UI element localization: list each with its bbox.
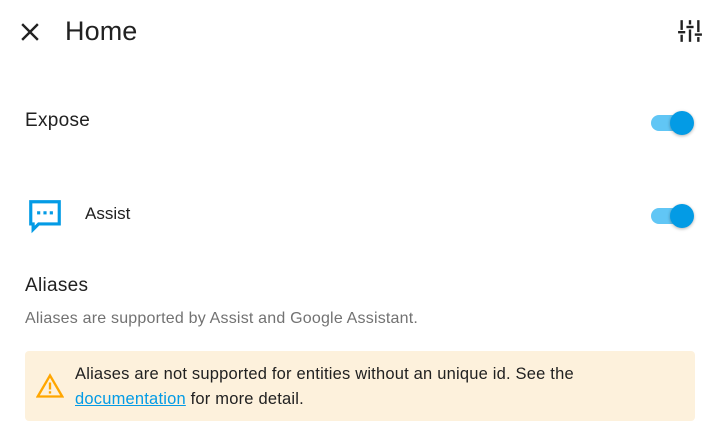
tune-sliders-icon — [678, 20, 702, 42]
dialog-header: Home — [0, 0, 717, 62]
aliases-description: Aliases are supported by Assist and Goog… — [25, 310, 419, 327]
close-icon — [21, 23, 39, 41]
warning-message: Aliases are not supported for entities w… — [75, 362, 675, 412]
expose-label: Expose — [25, 110, 91, 131]
expose-toggle[interactable] — [649, 110, 697, 136]
dialog-title: Home — [65, 16, 138, 46]
entity-settings-button[interactable] — [674, 15, 706, 47]
dialog: Home Expose Assist Aliases Aliases are s… — [0, 0, 717, 436]
assist-toggle[interactable] — [649, 203, 697, 229]
warning-text-before: Aliases are not supported for entities w… — [75, 365, 574, 383]
toggle-thumb — [670, 204, 694, 228]
close-button[interactable] — [14, 16, 46, 48]
assist-label: Assist — [85, 204, 131, 223]
toggle-thumb — [670, 111, 694, 135]
alert-triangle-icon — [36, 373, 64, 398]
documentation-link[interactable]: documentation — [75, 390, 186, 408]
warning-text-after: for more detail. — [190, 390, 304, 408]
aliases-heading: Aliases — [25, 275, 89, 296]
warning-alert: Aliases are not supported for entities w… — [25, 351, 695, 421]
message-processing-icon — [29, 200, 61, 234]
